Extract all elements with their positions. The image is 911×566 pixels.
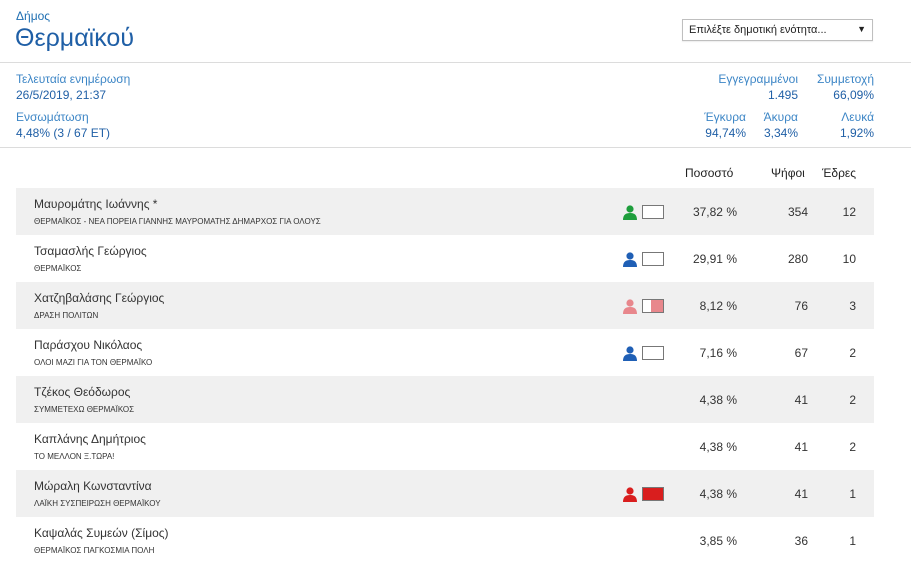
table-row: Μώραλη Κωνσταντίνα ΛΑΪΚΗ ΣΥΣΠΕΙΡΩΣΗ ΘΕΡΜ… — [16, 470, 874, 517]
table-row: Χατζηβαλάσης Γεώργιος ΔΡΑΣΗ ΠΟΛΙΤΩΝ 8,12… — [16, 282, 874, 329]
chevron-down-icon: ▼ — [857, 24, 866, 34]
blank-label: Λευκά — [841, 110, 874, 124]
votes-value: 67 — [794, 346, 808, 360]
seats-column-header: Έδρες — [822, 166, 857, 180]
seat-share-box — [642, 487, 664, 501]
person-icon — [623, 299, 637, 314]
votes-value: 280 — [787, 252, 808, 266]
participation-value: 66,09% — [833, 88, 874, 102]
registered-label: Εγγεγραμμένοι — [718, 72, 798, 86]
seat-share-box — [642, 205, 664, 219]
invalid-label: Άκυρα — [763, 110, 798, 124]
person-icon — [623, 487, 637, 502]
votes-value: 41 — [794, 487, 808, 501]
seats-value: 2 — [849, 440, 856, 454]
valid-value: 94,74% — [705, 126, 746, 140]
party-name: ΘΕΡΜΑΪΚΟΣ - ΝΕΑ ΠΟΡΕΙΑ ΓΙΑΝΝΗΣ ΜΑΥΡΟΜΑΤΗ… — [34, 217, 321, 226]
municipality-label: Δήμος — [16, 9, 51, 23]
seats-value: 12 — [842, 205, 856, 219]
seats-value: 2 — [849, 393, 856, 407]
candidate-name: Μαυρομάτης Ιωάννης * — [34, 197, 158, 211]
registered-value: 1.495 — [767, 88, 798, 102]
unit-select[interactable]: Επιλέξτε δημοτική ενότητα... ▼ — [682, 19, 873, 41]
participation-label: Συμμετοχή — [816, 72, 874, 86]
table-row: Τζέκος Θεόδωρος ΣΥΜΜΕΤΕΧΩ ΘΕΡΜΑΪΚΟΣ 4,38… — [16, 376, 874, 423]
candidate-name: Καψαλάς Συμεών (Σίμος) — [34, 526, 169, 540]
candidate-name: Χατζηβαλάσης Γεώργιος — [34, 291, 165, 305]
party-name: ΤΟ ΜΕΛΛΟΝ Ξ.ΤΩΡΑ! — [34, 452, 115, 461]
invalid-value: 3,34% — [763, 126, 798, 140]
party-name: ΣΥΜΜΕΤΕΧΩ ΘΕΡΜΑΪΚΟΣ — [34, 405, 135, 414]
candidate-name: Μώραλη Κωνσταντίνα — [34, 479, 152, 493]
seat-share-box — [642, 299, 664, 313]
valid-label: Έγκυρα — [704, 110, 746, 124]
municipality-name: Θερμαϊκού — [15, 24, 134, 52]
votes-value: 36 — [794, 534, 808, 548]
seat-share-box — [642, 252, 664, 266]
candidate-name: Καπλάνης Δημήτριος — [34, 432, 146, 446]
percent-value: 4,38 % — [699, 487, 737, 501]
percent-value: 4,38 % — [699, 440, 737, 454]
percent-value: 4,38 % — [699, 393, 737, 407]
person-icon — [623, 346, 637, 361]
votes-column-header: Ψήφοι — [771, 166, 805, 180]
seat-share-fill — [643, 488, 663, 500]
percent-value: 8,12 % — [699, 299, 737, 313]
percent-value: 29,91 % — [692, 252, 737, 266]
votes-value: 354 — [787, 205, 808, 219]
party-name: ΔΡΑΣΗ ΠΟΛΙΤΩΝ — [34, 311, 99, 320]
party-name: ΘΕΡΜΑΪΚΟΣ — [34, 264, 82, 273]
integration-label: Ενσωμάτωση — [16, 110, 89, 124]
seats-value: 1 — [849, 534, 856, 548]
person-icon — [623, 205, 637, 220]
last-update-label: Τελευταία ενημέρωση — [16, 72, 131, 86]
percent-column-header: Ποσοστό — [685, 166, 734, 180]
table-row: Μαυρομάτης Ιωάννης * ΘΕΡΜΑΪΚΟΣ - ΝΕΑ ΠΟΡ… — [16, 188, 874, 235]
seats-value: 10 — [842, 252, 856, 266]
votes-value: 76 — [794, 299, 808, 313]
percent-value: 7,16 % — [699, 346, 737, 360]
table-row: Τσαμασλής Γεώργιος ΘΕΡΜΑΪΚΟΣ 29,91 % 280… — [16, 235, 874, 282]
summary-panel: Τελευταία ενημέρωση 26/5/2019, 21:37 Ενσ… — [0, 63, 911, 148]
candidate-name: Τζέκος Θεόδωρος — [34, 385, 131, 399]
table-row: Καψαλάς Συμεών (Σίμος) ΘΕΡΜΑΪΚΟΣ ΠΑΓΚΟΣΜ… — [16, 517, 874, 564]
party-name: ΟΛΟΙ ΜΑΖΙ ΓΙΑ ΤΟΝ ΘΕΡΜΑΪΚΟ — [34, 358, 153, 367]
integration-value: 4,48% (3 / 67 ΕΤ) — [16, 126, 111, 140]
person-icon — [623, 252, 637, 267]
seats-value: 3 — [849, 299, 856, 313]
percent-value: 3,85 % — [699, 534, 737, 548]
table-row: Παράσχου Νικόλαος ΟΛΟΙ ΜΑΖΙ ΓΙΑ ΤΟΝ ΘΕΡΜ… — [16, 329, 874, 376]
seats-value: 1 — [849, 487, 856, 501]
blank-value: 1,92% — [839, 126, 874, 140]
votes-value: 41 — [794, 393, 808, 407]
seat-share-fill — [651, 300, 663, 312]
party-name: ΘΕΡΜΑΪΚΟΣ ΠΑΓΚΟΣΜΙΑ ΠΟΛΗ — [34, 546, 155, 555]
seat-share-box — [642, 346, 664, 360]
candidate-name: Παράσχου Νικόλαος — [34, 338, 143, 352]
page-header: Δήμος Θερμαϊκού Επιλέξτε δημοτική ενότητ… — [0, 0, 911, 63]
percent-value: 37,82 % — [692, 205, 737, 219]
candidate-name: Τσαμασλής Γεώργιος — [34, 244, 147, 258]
unit-select-value: Επιλέξτε δημοτική ενότητα... — [689, 24, 827, 36]
last-update-value: 26/5/2019, 21:37 — [16, 88, 107, 102]
seats-value: 2 — [849, 346, 856, 360]
table-row: Καπλάνης Δημήτριος ΤΟ ΜΕΛΛΟΝ Ξ.ΤΩΡΑ! 4,3… — [16, 423, 874, 470]
votes-value: 41 — [794, 440, 808, 454]
party-name: ΛΑΪΚΗ ΣΥΣΠΕΙΡΩΣΗ ΘΕΡΜΑΪΚΟΥ — [34, 499, 161, 508]
